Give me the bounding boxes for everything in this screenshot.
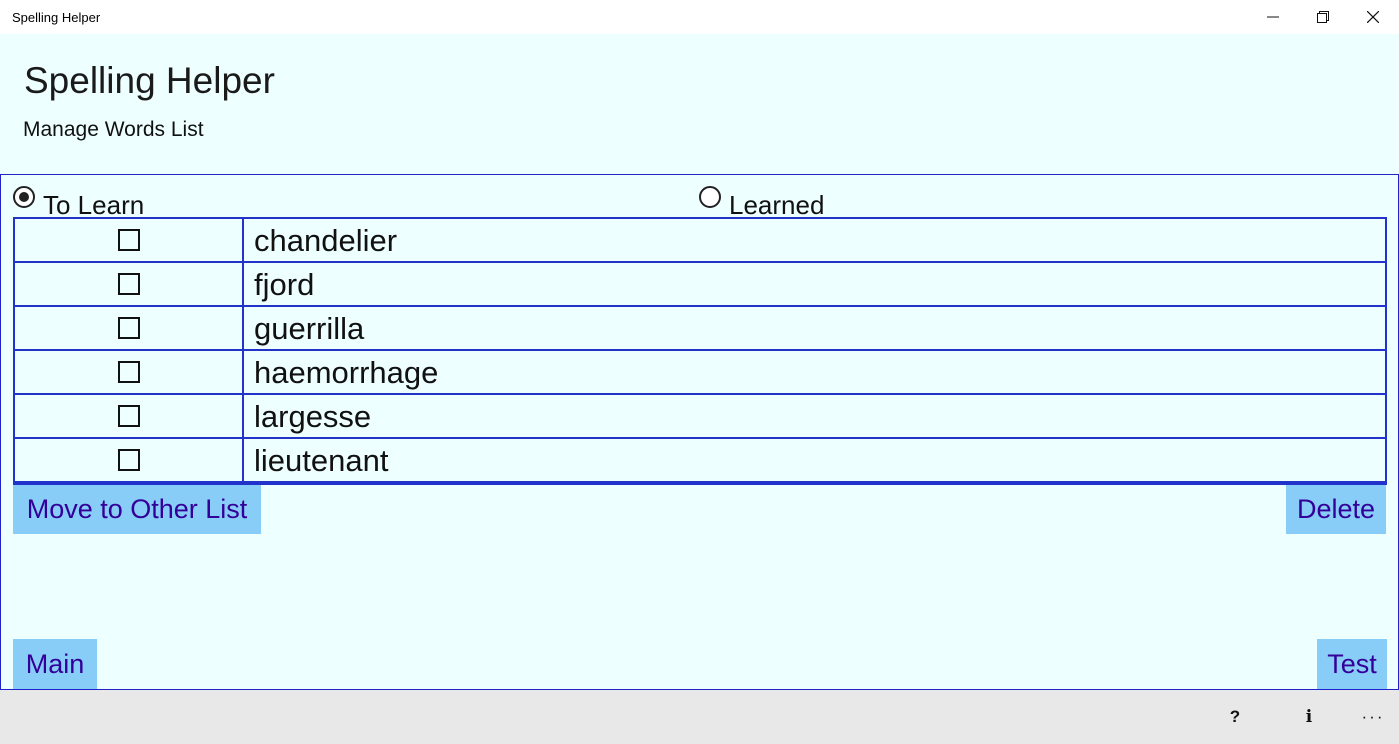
word-cell[interactable]: lieutenant	[244, 439, 1385, 481]
word-cell[interactable]: chandelier	[244, 219, 1385, 261]
checkbox-cell	[15, 395, 244, 437]
table-row: lieutenant	[15, 439, 1385, 483]
words-panel: To Learn Learned chandelier fjord guerri…	[0, 174, 1399, 690]
word-cell[interactable]: fjord	[244, 263, 1385, 305]
page-title: Manage Words List	[23, 118, 204, 141]
table-row: fjord	[15, 263, 1385, 307]
radio-unselected-icon	[699, 186, 721, 208]
checkbox-cell	[15, 439, 244, 481]
word-checkbox[interactable]	[117, 449, 140, 471]
help-button[interactable]: ?	[1210, 690, 1260, 744]
close-button[interactable]	[1348, 0, 1398, 34]
app-bar: ? i ···	[0, 690, 1399, 744]
move-to-other-list-button[interactable]: Move to Other List	[13, 485, 261, 534]
minimize-icon	[1267, 16, 1279, 18]
info-button[interactable]: i	[1284, 690, 1334, 744]
minimize-button[interactable]	[1248, 0, 1298, 34]
table-row: guerrilla	[15, 307, 1385, 351]
checkbox-cell	[15, 219, 244, 261]
words-table: chandelier fjord guerrilla haemorrhage l…	[13, 217, 1387, 485]
table-row: largesse	[15, 395, 1385, 439]
word-checkbox[interactable]	[117, 317, 140, 339]
close-icon	[1367, 11, 1379, 23]
more-options-button[interactable]: ···	[1348, 690, 1398, 744]
table-row: haemorrhage	[15, 351, 1385, 395]
word-cell[interactable]: largesse	[244, 395, 1385, 437]
restore-button[interactable]	[1298, 0, 1348, 34]
word-checkbox[interactable]	[117, 361, 140, 383]
word-cell[interactable]: guerrilla	[244, 307, 1385, 349]
page-header: Spelling Helper Manage Words List	[0, 34, 1399, 174]
word-cell[interactable]: haemorrhage	[244, 351, 1385, 393]
checkbox-cell	[15, 263, 244, 305]
checkbox-cell	[15, 351, 244, 393]
learned-radio[interactable]: Learned	[699, 180, 824, 221]
word-checkbox[interactable]	[117, 229, 140, 251]
word-checkbox[interactable]	[117, 273, 140, 295]
restore-icon	[1317, 11, 1329, 23]
app-heading: Spelling Helper	[24, 60, 275, 101]
main-button[interactable]: Main	[13, 639, 97, 689]
word-checkbox[interactable]	[117, 405, 140, 427]
delete-button[interactable]: Delete	[1286, 485, 1386, 534]
checkbox-cell	[15, 307, 244, 349]
to-learn-radio[interactable]: To Learn	[13, 180, 144, 221]
radio-selected-icon	[13, 186, 35, 208]
window-title: Spelling Helper	[12, 10, 101, 25]
title-bar: Spelling Helper	[0, 0, 1399, 34]
test-button[interactable]: Test	[1317, 639, 1387, 689]
table-row: chandelier	[15, 219, 1385, 263]
